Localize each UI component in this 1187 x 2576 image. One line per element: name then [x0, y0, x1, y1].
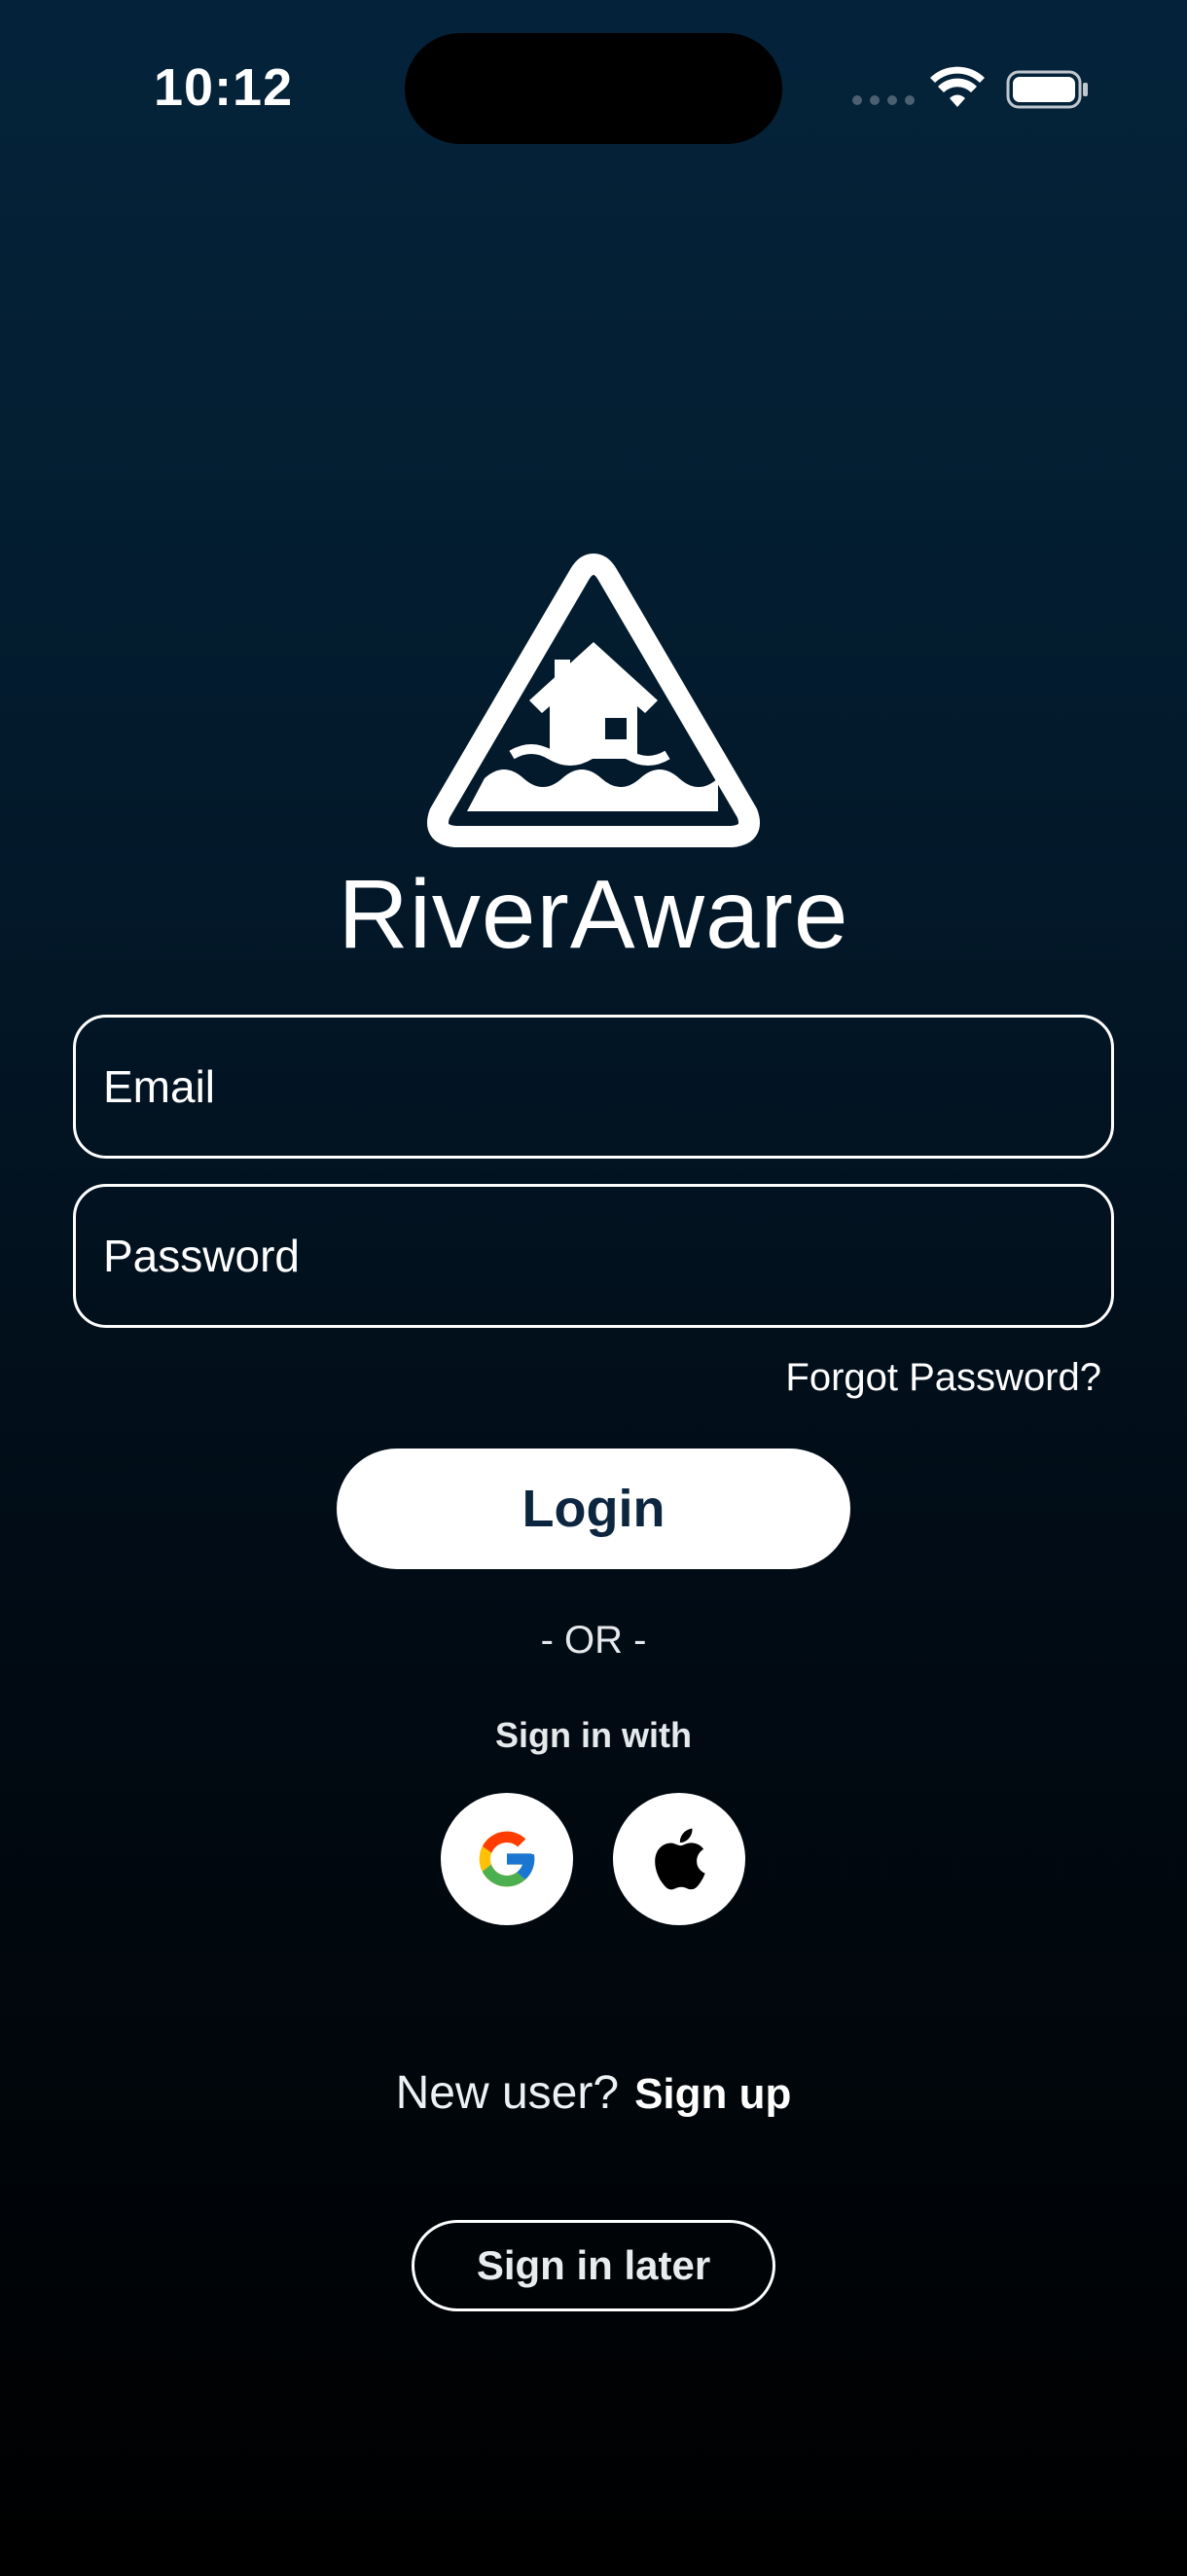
apple-icon: [655, 1828, 705, 1890]
forgot-password-link[interactable]: Forgot Password?: [785, 1352, 1101, 1403]
login-button[interactable]: Login: [337, 1449, 850, 1569]
status-time: 10:12: [154, 58, 294, 117]
email-field[interactable]: Email: [73, 1015, 1114, 1159]
email-placeholder: Email: [103, 1061, 216, 1112]
password-field[interactable]: Password: [73, 1184, 1114, 1328]
flood-warning-logo-icon: [427, 554, 760, 847]
battery-icon: [1006, 70, 1088, 109]
new-user-label: New user?: [395, 2067, 620, 2119]
or-divider: - OR -: [540, 1619, 647, 1662]
sign-up-link[interactable]: Sign up: [634, 2070, 791, 2119]
password-placeholder: Password: [103, 1231, 300, 1281]
google-sign-in-button[interactable]: [441, 1793, 573, 1925]
cellular-signal-icon: [852, 95, 915, 105]
google-icon: [479, 1831, 535, 1887]
sign-up-prompt: New user? Sign up: [0, 2066, 1187, 2120]
app-name: RiverAware: [338, 860, 849, 969]
wifi-icon: [930, 66, 985, 107]
dynamic-island: [405, 33, 782, 144]
apple-sign-in-button[interactable]: [613, 1793, 745, 1925]
sign-in-with-label: Sign in with: [495, 1715, 692, 1755]
sign-in-later-button[interactable]: Sign in later: [412, 2220, 775, 2311]
